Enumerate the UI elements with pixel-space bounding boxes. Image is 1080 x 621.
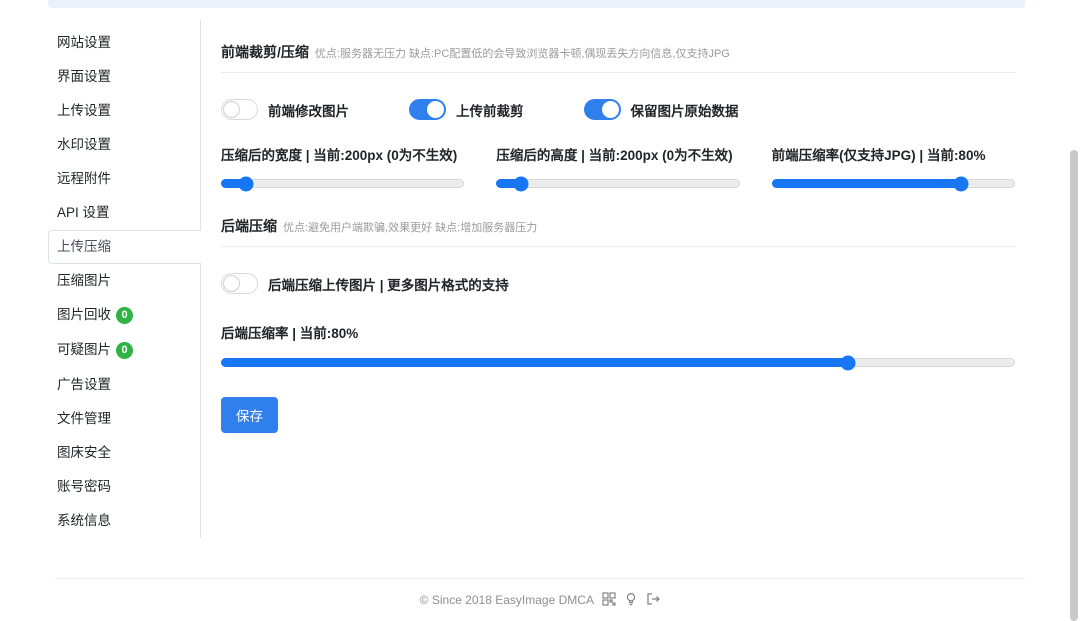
frontend-modify-label: 前端修改图片 xyxy=(268,103,349,119)
top-navbar-edge xyxy=(48,0,1025,8)
compressed-width-slider[interactable] xyxy=(221,176,465,191)
toggle-item-backend-compress: 后端压缩上传图片 | 更多图片格式的支持 xyxy=(221,273,509,294)
slider-knob[interactable] xyxy=(238,176,254,191)
sidebar-item-upload-settings[interactable]: 上传设置 xyxy=(48,94,200,128)
sidebar-item-compress-images[interactable]: 压缩图片 xyxy=(48,264,200,298)
crop-before-upload-label: 上传前裁剪 xyxy=(456,103,524,119)
slider-block-frontend-rate: 前端压缩率(仅支持JPG) | 当前:80% xyxy=(771,144,1015,191)
sidebar-item-host-security[interactable]: 图床安全 xyxy=(48,436,200,470)
suspicious-count-badge: 0 xyxy=(116,342,133,359)
toggle-knob xyxy=(223,275,240,292)
section-divider xyxy=(221,72,1015,73)
sidebar-item-ad-settings[interactable]: 广告设置 xyxy=(48,368,200,402)
toggle-knob xyxy=(223,101,240,118)
backend-toggle-row: 后端压缩上传图片 | 更多图片格式的支持 xyxy=(221,273,1015,294)
frontend-slider-grid: 压缩后的宽度 | 当前:200px (0为不生效) 压缩后的高度 | 当前:20… xyxy=(221,144,1015,191)
compressed-height-label: 压缩后的高度 | 当前:200px (0为不生效) xyxy=(496,148,733,163)
frontend-modify-toggle[interactable] xyxy=(221,99,258,120)
backend-rate-label: 后端压缩率 | 当前:80% xyxy=(221,326,359,341)
settings-sidebar: 网站设置 界面设置 上传设置 水印设置 远程附件 API 设置 上传压缩 压缩图… xyxy=(48,20,201,538)
frontend-rate-label: 前端压缩率(仅支持JPG) | 当前:80% xyxy=(771,148,986,163)
sidebar-item-upload-compression-active[interactable]: 上传压缩 xyxy=(48,230,201,264)
sidebar-item-watermark-settings[interactable]: 水印设置 xyxy=(48,128,200,162)
slider-block-width: 压缩后的宽度 | 当前:200px (0为不生效) xyxy=(221,144,465,191)
frontend-rate-slider[interactable] xyxy=(771,176,1015,191)
sidebar-item-file-management[interactable]: 文件管理 xyxy=(48,402,200,436)
section-divider xyxy=(221,246,1015,247)
crop-before-upload-toggle[interactable] xyxy=(409,99,446,120)
frontend-section-header: 前端裁剪/压缩 优点:服务器无压力 缺点:PC配置低的会导致浏览器卡顿,偶现丢失… xyxy=(221,42,1015,62)
sidebar-item-label: 可疑图片 xyxy=(57,342,111,357)
sidebar-item-interface-settings[interactable]: 界面设置 xyxy=(48,60,200,94)
backend-rate-slider[interactable] xyxy=(221,355,1015,370)
scrollbar-track[interactable] xyxy=(1068,0,1080,621)
backend-compress-toggle[interactable] xyxy=(221,273,258,294)
lightbulb-icon[interactable] xyxy=(624,592,638,609)
logout-icon[interactable] xyxy=(646,592,661,609)
keep-original-data-label: 保留图片原始数据 xyxy=(630,103,739,119)
sidebar-item-account-password[interactable]: 账号密码 xyxy=(48,470,200,504)
upload-compression-settings-page: 网站设置 界面设置 上传设置 水印设置 远程附件 API 设置 上传压缩 压缩图… xyxy=(0,0,1080,621)
backend-section-description: 优点:避免用户端欺骗,效果更好 缺点:增加服务器压力 xyxy=(283,222,538,234)
settings-content: 前端裁剪/压缩 优点:服务器无压力 缺点:PC配置低的会导致浏览器卡顿,偶现丢失… xyxy=(201,20,1025,433)
recycle-count-badge: 0 xyxy=(116,307,133,324)
backend-compress-label: 后端压缩上传图片 | 更多图片格式的支持 xyxy=(268,277,509,293)
qr-code-icon[interactable] xyxy=(602,592,616,609)
page-footer: © Since 2018 EasyImage DMCA xyxy=(55,578,1025,609)
slider-fill xyxy=(221,358,847,367)
slider-block-height: 压缩后的高度 | 当前:200px (0为不生效) xyxy=(496,144,740,191)
backend-section-title: 后端压缩 xyxy=(221,218,277,234)
compressed-width-label: 压缩后的宽度 | 当前:200px (0为不生效) xyxy=(221,148,458,163)
toggle-knob xyxy=(601,101,619,118)
frontend-toggle-row: 前端修改图片 上传前裁剪 保留图片原始数据 xyxy=(221,99,1015,120)
sidebar-item-site-settings[interactable]: 网站设置 xyxy=(48,26,200,60)
slider-knob[interactable] xyxy=(953,176,969,191)
keep-original-data-toggle[interactable] xyxy=(583,99,621,120)
frontend-section-title: 前端裁剪/压缩 xyxy=(221,44,309,60)
sidebar-item-label: 图片回收 xyxy=(57,307,111,322)
sidebar-item-image-recycle[interactable]: 图片回收 0 xyxy=(48,298,200,333)
save-button[interactable]: 保存 xyxy=(221,397,278,433)
sidebar-item-api-settings[interactable]: API 设置 xyxy=(48,196,200,230)
backend-section-header: 后端压缩 优点:避免用户端欺骗,效果更好 缺点:增加服务器压力 xyxy=(221,216,1015,236)
toggle-knob xyxy=(427,101,444,118)
frontend-section-description: 优点:服务器无压力 缺点:PC配置低的会导致浏览器卡顿,偶现丢失方向信息,仅支持… xyxy=(314,48,730,60)
scrollbar-thumb[interactable] xyxy=(1070,150,1078,621)
dmca-link[interactable]: DMCA xyxy=(559,593,594,607)
slider-knob[interactable] xyxy=(513,176,529,191)
sidebar-item-suspicious-images[interactable]: 可疑图片 0 xyxy=(48,333,200,368)
slider-fill xyxy=(771,179,960,188)
sidebar-item-system-info[interactable]: 系统信息 xyxy=(48,504,200,538)
slider-knob[interactable] xyxy=(840,355,856,370)
main-layout: 网站设置 界面设置 上传设置 水印设置 远程附件 API 设置 上传压缩 压缩图… xyxy=(48,20,1025,538)
toggle-item-crop-before-upload: 上传前裁剪 xyxy=(409,99,524,120)
toggle-item-keep-exif: 保留图片原始数据 xyxy=(583,99,739,120)
toggle-item-frontend-modify: 前端修改图片 xyxy=(221,99,349,120)
compressed-height-slider[interactable] xyxy=(496,176,740,191)
copyright-text: © Since 2018 EasyImage xyxy=(419,593,556,607)
sidebar-item-remote-attachment[interactable]: 远程附件 xyxy=(48,162,200,196)
